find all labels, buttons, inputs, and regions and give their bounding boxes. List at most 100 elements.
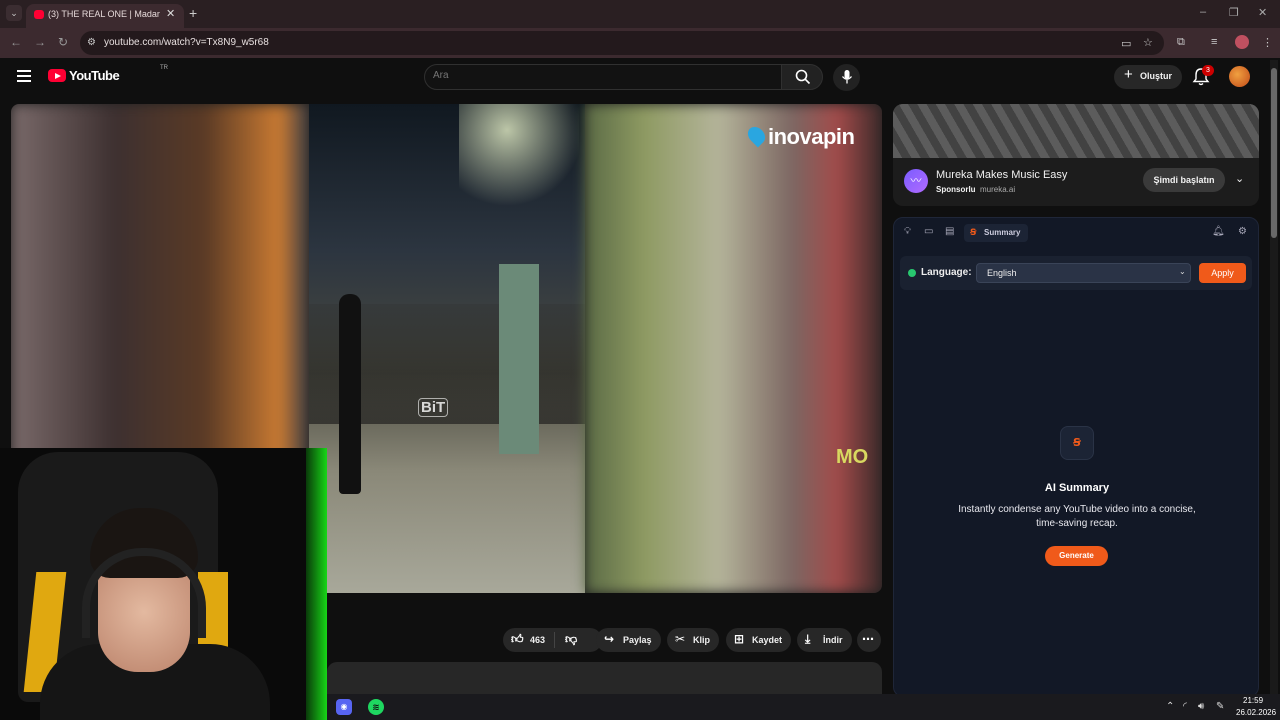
account-avatar[interactable] <box>1229 66 1250 87</box>
search-icon <box>795 69 811 85</box>
mureka-logo-icon: 〰 <box>904 169 928 193</box>
download-icon: ⤓ <box>805 632 811 646</box>
tab-summary[interactable]: Ꞩ Summary <box>964 224 1028 242</box>
browser-menu-icon[interactable]: ⋮ <box>1262 36 1273 49</box>
ad-domain: mureka.ai <box>980 185 1016 194</box>
settings-gear-icon[interactable]: ⚙ <box>1238 226 1247 237</box>
youtube-favicon-icon <box>34 10 44 19</box>
share-button[interactable]: ↪ Paylaş <box>596 628 661 652</box>
spotify-icon[interactable]: ≋ <box>368 699 384 715</box>
apply-button[interactable]: Apply <box>1199 263 1246 283</box>
save-playlist-icon: ⊞ <box>734 632 745 646</box>
back-icon[interactable]: ← <box>10 35 22 49</box>
language-label: Language: <box>921 267 972 278</box>
save-button[interactable]: ⊞ Kaydet <box>726 628 791 652</box>
video-watermark-mo: MO <box>836 446 869 468</box>
ad-title[interactable]: Mureka Makes Music Easy <box>936 169 1067 181</box>
guide-menu-icon[interactable] <box>17 70 31 82</box>
close-window-icon[interactable]: ✕ <box>1258 6 1267 19</box>
ad-cta-button[interactable]: Şimdi başlatın <box>1143 168 1225 192</box>
notification-badge: 3 <box>1202 65 1214 76</box>
search-input[interactable] <box>433 70 763 81</box>
extensions-puzzle-icon[interactable]: ⧉ <box>1177 36 1185 49</box>
youtube-logo-text: YouTube <box>69 68 120 83</box>
ai-summary-title: AI Summary <box>1044 482 1110 494</box>
generate-button[interactable]: Generate <box>1045 546 1108 566</box>
youtube-header: YouTube TR + Oluştur 3 <box>0 58 1280 98</box>
voice-search-button[interactable] <box>833 64 860 91</box>
captions-icon[interactable]: ▭ <box>924 226 933 237</box>
video-frame-center <box>309 104 585 593</box>
lightbulb-icon[interactable]: 💡︎ <box>904 226 911 237</box>
video-watermark-bit: BiT <box>418 398 449 417</box>
pen-icon[interactable]: ✎ <box>1216 701 1224 712</box>
minimize-icon[interactable]: – <box>1200 6 1206 18</box>
new-tab-plus-icon[interactable]: + <box>189 5 197 21</box>
taskbar-clock-date[interactable]: 26.02.2026 <box>1236 708 1276 717</box>
restore-icon[interactable]: ❐ <box>1229 6 1239 19</box>
summary-icon: Ꞩ <box>970 227 977 237</box>
reload-icon[interactable]: ↻ <box>58 35 68 49</box>
clip-button[interactable]: ✂ Klip <box>667 628 719 652</box>
create-button[interactable]: + Oluştur <box>1114 65 1182 89</box>
wifi-icon[interactable]: ◜ <box>1183 701 1187 712</box>
like-count[interactable]: 463 <box>530 635 545 645</box>
discord-icon[interactable]: ◉ <box>336 699 352 715</box>
youtube-play-logo-icon <box>48 69 66 82</box>
video-pillar <box>499 264 539 454</box>
status-dot <box>908 269 916 277</box>
country-code: TR <box>160 65 168 71</box>
chevron-down-icon: ⌄ <box>1179 267 1186 276</box>
search-button[interactable] <box>781 64 823 90</box>
language-select[interactable]: English ⌄ <box>976 263 1191 283</box>
dislike-thumb-icon[interactable]: 👎︎ <box>565 632 577 647</box>
volume-icon[interactable]: 🔊︎ <box>1198 701 1204 712</box>
plus-icon: + <box>1124 66 1133 83</box>
ai-summary-icon: Ꞩ <box>1060 426 1094 460</box>
microphone-icon <box>841 70 853 84</box>
page-scrollbar-thumb[interactable] <box>1271 68 1277 238</box>
install-app-icon[interactable]: ▭ <box>1121 37 1131 50</box>
reading-list-icon[interactable]: ≡ <box>1211 36 1217 48</box>
download-label: İndir <box>823 635 843 645</box>
like-dislike-group: 👍︎ 463 👎︎ <box>503 628 602 652</box>
tab-search-icon[interactable]: ⌄ <box>6 5 22 21</box>
download-button[interactable]: ⤓ İndir <box>797 628 852 652</box>
video-blur-right <box>585 104 882 593</box>
chat-icon[interactable]: ▤ <box>945 226 954 237</box>
like-dislike-divider <box>554 632 555 648</box>
more-actions-button[interactable]: ⋯ <box>857 628 881 652</box>
video-street-light <box>459 104 579 234</box>
browser-tab-active[interactable]: (3) THE REAL ONE | Madara Oli ✕ <box>26 4 184 28</box>
close-tab-icon[interactable]: ✕ <box>166 7 175 20</box>
video-person <box>339 294 361 494</box>
share-arrow-icon: ↪ <box>604 632 615 646</box>
bookmark-star-icon[interactable]: ☆ <box>1143 36 1153 49</box>
tray-overflow-icon[interactable]: ⌃ <box>1166 701 1174 712</box>
address-bar[interactable]: ⚙ youtube.com/watch?v=Tx8N9_w5r68 ▭ ☆ <box>80 31 1164 55</box>
bell-icon[interactable]: 🔔︎ <box>1212 226 1225 237</box>
more-horizontal-icon: ⋯ <box>862 632 874 646</box>
scissors-icon: ✂ <box>675 632 686 646</box>
share-label: Paylaş <box>623 635 652 645</box>
sponsored-ad-card[interactable]: 〰 Mureka Makes Music Easy Sponsorlu mure… <box>893 104 1259 206</box>
chevron-down-icon[interactable]: ⌄ <box>1235 172 1244 185</box>
streamer-webcam <box>0 448 327 720</box>
search-box[interactable] <box>424 64 782 90</box>
ad-banner-image[interactable] <box>893 104 1259 158</box>
ad-sponsored-label: Sponsorlu <box>936 185 976 194</box>
browser-toolbar: ← → ↻ ⚙ youtube.com/watch?v=Tx8N9_w5r68 … <box>0 28 1280 58</box>
like-thumb-icon[interactable]: 👍︎ <box>511 632 524 647</box>
windows-taskbar <box>327 694 1280 720</box>
forward-icon[interactable]: → <box>34 35 46 49</box>
language-row: Language: English ⌄ Apply <box>900 256 1252 290</box>
site-info-icon[interactable]: ⚙ <box>87 37 96 48</box>
taskbar-clock-time[interactable]: 21:59 <box>1243 696 1263 705</box>
summary-tab-label: Summary <box>984 228 1021 237</box>
browser-tab-bar: ⌄ (3) THE REAL ONE | Madara Oli ✕ + – ❐ … <box>0 0 1280 28</box>
url-text[interactable]: youtube.com/watch?v=Tx8N9_w5r68 <box>104 37 269 48</box>
summary-extension-panel: 💡︎ ▭ ▤ Ꞩ Summary 🔔︎ ⚙ Language: English … <box>893 217 1259 697</box>
profile-avatar-icon[interactable] <box>1235 35 1249 49</box>
create-label: Oluştur <box>1140 71 1173 81</box>
tab-title: (3) THE REAL ONE | Madara Oli <box>48 9 160 19</box>
